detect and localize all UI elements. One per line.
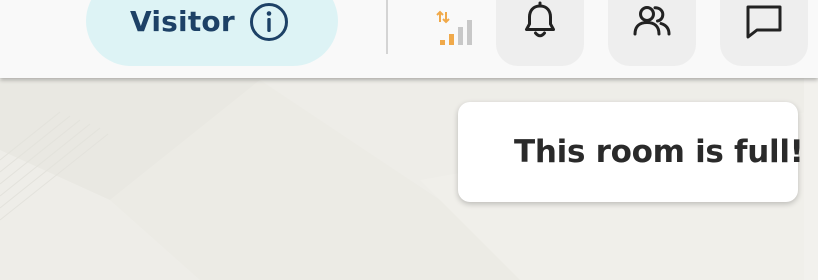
- toolbar-divider: [386, 0, 388, 54]
- users-icon: [633, 6, 671, 36]
- app-viewport: Visitor This room is full!: [0, 0, 818, 280]
- notifications-button[interactable]: [496, 0, 584, 66]
- room-full-toast: This room is full!: [458, 102, 804, 202]
- chat-icon: [746, 5, 782, 39]
- chat-button[interactable]: [720, 0, 808, 66]
- visitor-label: Visitor: [130, 5, 235, 38]
- toast-message: This room is full!: [514, 134, 804, 170]
- scrollbar-track[interactable]: [804, 78, 818, 280]
- bell-icon: [525, 1, 555, 38]
- participants-button[interactable]: [608, 0, 696, 66]
- network-signal-icon[interactable]: [436, 10, 482, 48]
- top-bar: Visitor: [0, 0, 818, 78]
- info-icon[interactable]: [249, 2, 289, 42]
